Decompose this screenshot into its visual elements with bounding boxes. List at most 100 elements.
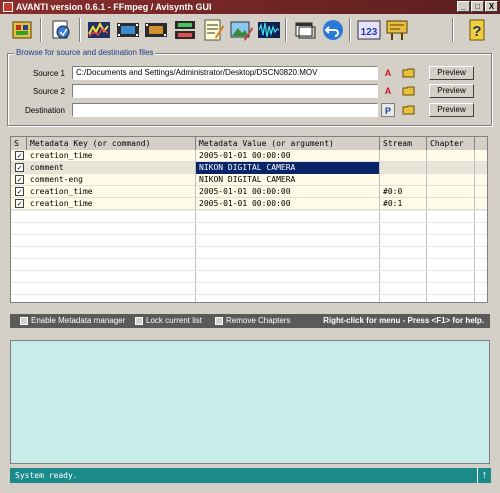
source1-field[interactable]: C:/Documents and Settings/Administrator/… — [72, 66, 378, 80]
film-button[interactable] — [115, 17, 141, 43]
counter-button[interactable]: 123 — [356, 17, 382, 43]
remove-chapters-checkbox[interactable] — [215, 316, 223, 325]
app-icon — [3, 2, 13, 12]
lock-list-label: Lock current list — [146, 316, 203, 325]
metadata-key[interactable]: creation_time — [27, 150, 196, 162]
metadata-chapter[interactable] — [427, 150, 475, 162]
metadata-stream[interactable]: #0:0 — [380, 186, 427, 198]
maximize-button[interactable]: □ — [471, 1, 484, 12]
table-row[interactable]: ✓ comment NIKON DIGITAL CAMERA — [11, 162, 487, 174]
close-button[interactable]: X — [485, 1, 498, 12]
help-icon: ? — [469, 19, 485, 41]
job-manager-icon — [12, 21, 32, 39]
metadata-value[interactable]: 2005-01-01 00:00:00 — [196, 186, 380, 198]
table-row[interactable]: ✓ creation_time 2005-01-01 00:00:00 #0:1 — [11, 198, 487, 210]
help-button[interactable]: ? — [464, 17, 490, 43]
help-hint: Right-click for menu - Press <F1> for he… — [323, 316, 484, 325]
undo-button[interactable] — [320, 17, 346, 43]
waveform-button[interactable] — [256, 17, 282, 43]
destination-label: Destination — [24, 106, 65, 115]
empty-table-grid — [11, 210, 487, 302]
group-title: Browse for source and destination files — [14, 48, 156, 57]
metadata-key[interactable]: creation_time — [27, 186, 196, 198]
sign-icon — [386, 20, 408, 40]
lock-list-option[interactable]: Lock current list — [135, 314, 202, 328]
enable-metadata-checkbox[interactable] — [20, 316, 28, 325]
avisynth-icon[interactable]: A — [381, 66, 395, 80]
status-bar: System ready. — [10, 468, 480, 483]
avisynth-icon[interactable]: A — [381, 84, 395, 98]
remove-chapters-option[interactable]: Remove Chapters — [215, 314, 290, 328]
enable-metadata-option[interactable]: Enable Metadata manager — [20, 314, 125, 328]
options-bar: Enable Metadata manager Lock current lis… — [10, 314, 490, 328]
film-edit-button[interactable] — [143, 17, 169, 43]
toolbar: 123 ? — [0, 14, 500, 48]
film-stack-button[interactable] — [172, 17, 198, 43]
svg-text:123: 123 — [361, 27, 378, 38]
column-header-value[interactable]: Metadata Value (or argument) — [196, 137, 380, 150]
metadata-key[interactable]: comment — [27, 162, 196, 174]
waveform-icon — [258, 22, 280, 38]
row-checkbox[interactable]: ✓ — [15, 199, 24, 208]
row-checkbox[interactable]: ✓ — [15, 151, 24, 160]
film-icon — [117, 23, 139, 37]
metadata-value[interactable]: 2005-01-01 00:00:00 — [196, 198, 380, 210]
sign-button[interactable] — [384, 17, 410, 43]
audio-graph-button[interactable] — [86, 17, 112, 43]
metadata-key[interactable]: comment-eng — [27, 174, 196, 186]
metadata-stream[interactable] — [380, 162, 427, 174]
folder-icon[interactable] — [402, 84, 416, 98]
scroll-up-icon[interactable]: ↑ — [477, 468, 491, 483]
film-edit-icon — [145, 23, 167, 37]
preview-button-source1[interactable]: Preview — [429, 66, 474, 80]
toolbar-separator — [40, 18, 42, 42]
metadata-value-selected[interactable]: NIKON DIGITAL CAMERA — [196, 162, 380, 174]
toolbar-separator — [349, 18, 351, 42]
folder-icon[interactable] — [402, 66, 416, 80]
notepad-icon — [204, 19, 224, 41]
metadata-table[interactable]: S Metadata Key (or command) Metadata Val… — [10, 136, 488, 303]
image-edit-button[interactable] — [228, 17, 254, 43]
table-row[interactable]: ✓ comment-eng NIKON DIGITAL CAMERA — [11, 174, 487, 186]
metadata-stream[interactable]: #0:1 — [380, 198, 427, 210]
source2-label: Source 2 — [32, 87, 65, 96]
batch-button[interactable] — [48, 17, 74, 43]
table-row[interactable]: ✓ creation_time 2005-01-01 00:00:00 — [11, 150, 487, 162]
lock-list-checkbox[interactable] — [135, 316, 143, 325]
folder-icon[interactable] — [402, 103, 416, 117]
column-header-stream[interactable]: Stream — [380, 137, 427, 150]
source2-field[interactable] — [72, 84, 378, 98]
metadata-stream[interactable] — [380, 150, 427, 162]
audio-graph-icon — [88, 21, 110, 38]
preview-button-destination[interactable]: Preview — [429, 103, 474, 117]
minimize-button[interactable]: _ — [457, 1, 470, 12]
log-area[interactable] — [10, 340, 490, 464]
toolbar-separator — [79, 18, 81, 42]
metadata-value[interactable]: 2005-01-01 00:00:00 — [196, 150, 380, 162]
p-icon[interactable]: P — [381, 103, 395, 117]
metadata-chapter[interactable] — [427, 198, 475, 210]
metadata-chapter[interactable] — [427, 162, 475, 174]
metadata-stream[interactable] — [380, 174, 427, 186]
row-checkbox[interactable]: ✓ — [15, 187, 24, 196]
window-title: AVANTI version 0.6.1 - FFmpeg / Avisynth… — [16, 2, 212, 12]
destination-field[interactable] — [72, 103, 378, 117]
row-checkbox[interactable]: ✓ — [15, 175, 24, 184]
batch-icon — [52, 20, 70, 39]
column-header-s[interactable]: S — [11, 137, 27, 150]
column-header-chapter[interactable]: Chapter — [427, 137, 475, 150]
table-row[interactable]: ✓ creation_time 2005-01-01 00:00:00 #0:0 — [11, 186, 487, 198]
column-header-key[interactable]: Metadata Key (or command) — [27, 137, 196, 150]
title-bar: AVANTI version 0.6.1 - FFmpeg / Avisynth… — [0, 0, 500, 14]
metadata-key[interactable]: creation_time — [27, 198, 196, 210]
metadata-value[interactable]: NIKON DIGITAL CAMERA — [196, 174, 380, 186]
preview-button-source2[interactable]: Preview — [429, 84, 474, 98]
metadata-chapter[interactable] — [427, 186, 475, 198]
metadata-chapter[interactable] — [427, 174, 475, 186]
notepad-button[interactable] — [200, 17, 226, 43]
counter-icon: 123 — [357, 20, 381, 40]
toolbar-separator — [452, 18, 454, 42]
job-manager-button[interactable] — [9, 17, 35, 43]
window-button[interactable] — [292, 17, 318, 43]
row-checkbox[interactable]: ✓ — [15, 163, 24, 172]
